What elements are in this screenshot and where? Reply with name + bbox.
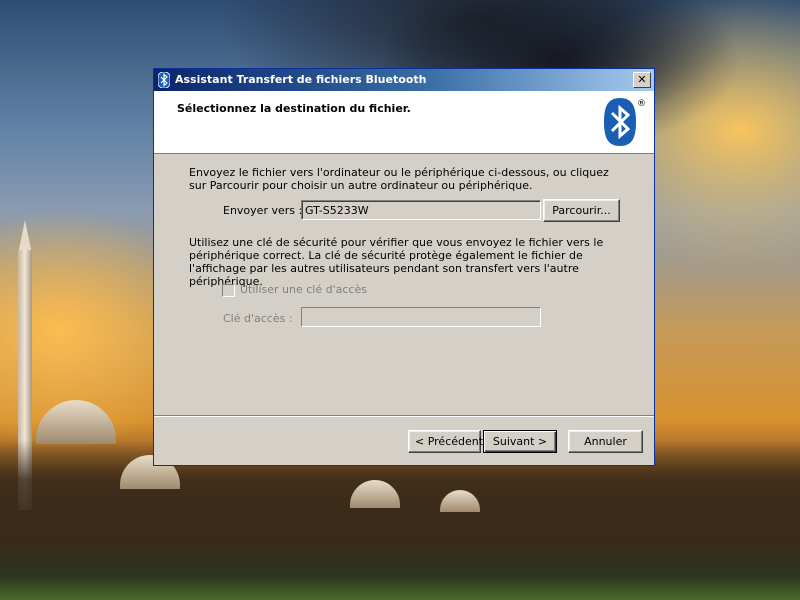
footer-separator [154,415,654,417]
use-key-label: Utiliser une clé d'accès [240,283,367,296]
security-text: Utilisez une clé de sécurité pour vérifi… [189,236,604,288]
title-bar[interactable]: Assistant Transfert de fichiers Bluetoot… [154,69,654,91]
page-heading: Sélectionnez la destination du fichier. [177,102,411,115]
close-icon: ✕ [637,73,647,86]
mosque-dome [36,400,116,444]
window-title: Assistant Transfert de fichiers Bluetoot… [175,73,427,86]
minaret-tip [18,220,32,254]
bluetooth-icon [157,71,171,89]
bluetooth-transfer-wizard-window: Assistant Transfert de fichiers Bluetoot… [153,68,655,466]
wizard-header: Sélectionnez la destination du fichier. … [154,91,654,154]
use-key-checkbox[interactable] [222,284,235,297]
bluetooth-logo-icon: ® [602,96,646,148]
next-button[interactable]: Suivant > [483,430,557,453]
close-button[interactable]: ✕ [633,72,651,88]
access-key-label: Clé d'accès : [223,312,293,325]
cancel-button[interactable]: Annuler [568,430,643,453]
intro-text: Envoyez le fichier vers l'ordinateur ou … [189,166,609,192]
access-key-field[interactable] [301,307,541,327]
send-to-label: Envoyer vers : [223,204,303,217]
browse-button[interactable]: Parcourir... [543,199,620,222]
registered-mark: ® [637,99,646,109]
send-to-field[interactable]: GT-S5233W [301,200,541,220]
back-button[interactable]: < Précédent [408,430,483,453]
